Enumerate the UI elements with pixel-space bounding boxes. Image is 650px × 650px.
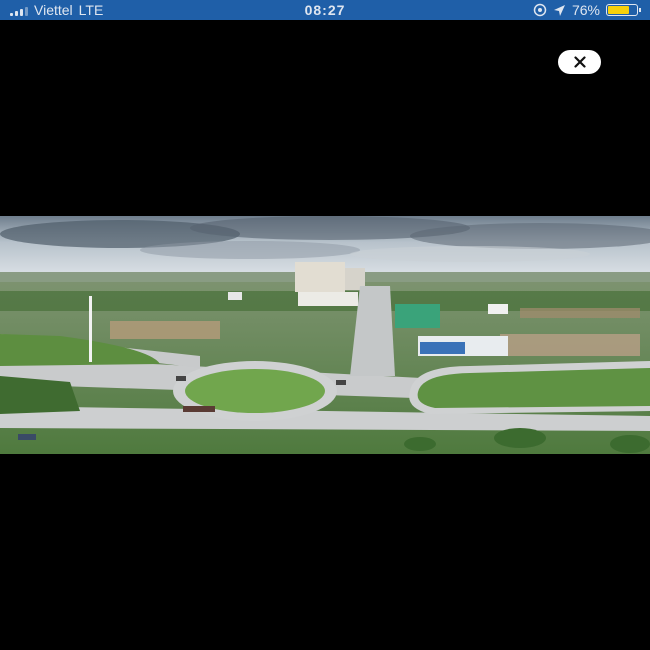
status-bar: Viettel LTE 08:27 76%: [0, 0, 650, 20]
close-icon: [573, 56, 586, 68]
battery-percentage: 76%: [571, 2, 600, 18]
status-right: 76%: [533, 2, 641, 18]
location-icon: [533, 3, 547, 17]
aerial-city-photo[interactable]: [0, 216, 650, 454]
close-button[interactable]: [558, 50, 601, 74]
battery-icon: [606, 4, 641, 16]
navigation-arrow-icon: [553, 4, 565, 16]
battery-level-fill: [608, 6, 629, 14]
